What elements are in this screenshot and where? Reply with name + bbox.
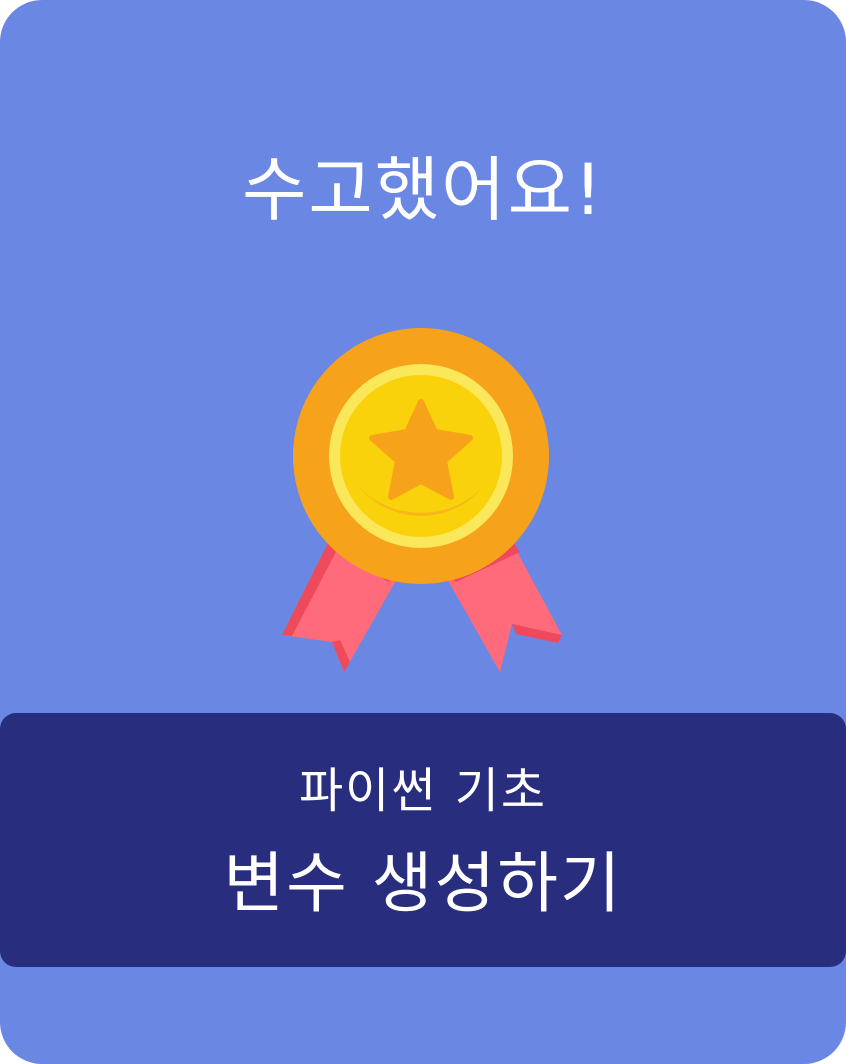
course-name: 파이썬 기초: [298, 763, 548, 819]
lesson-info-panel: 파이썬 기초 변수 생성하기: [0, 713, 846, 967]
lesson-title: 변수 생성하기: [223, 845, 623, 922]
award-medal-icon: [270, 320, 570, 680]
completion-card: 수고했어요! 파이썬 기초 변수 생성하기: [0, 0, 846, 1064]
congrats-heading: 수고했어요!: [241, 149, 605, 231]
